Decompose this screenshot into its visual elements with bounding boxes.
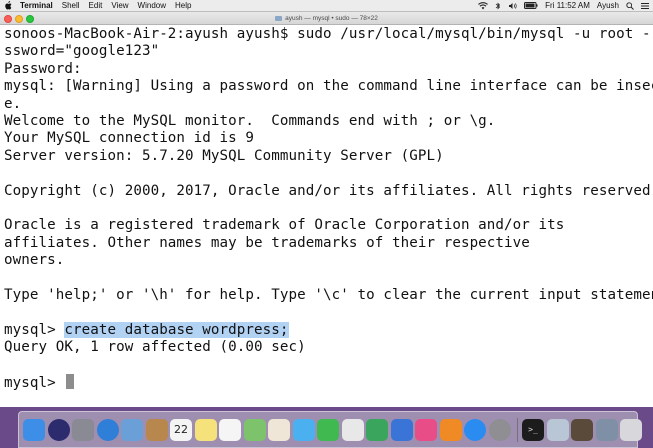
window-titlebar[interactable]: ayush — mysql • sudo — 78×22 — [0, 12, 653, 25]
menu-bar: Terminal Shell Edit View Window Help Fri… — [0, 0, 653, 12]
maps-icon[interactable] — [243, 418, 266, 441]
menu-app-terminal[interactable]: Terminal — [20, 1, 53, 10]
spotlight-icon[interactable] — [626, 1, 634, 10]
downloads-icon[interactable] — [595, 418, 618, 441]
minimize-button[interactable] — [15, 15, 23, 23]
terminal-line: Welcome to the MySQL monitor. Commands e… — [4, 112, 496, 129]
clock[interactable]: Fri 11:52 AM — [545, 1, 590, 10]
system-preferences-icon[interactable] — [488, 418, 511, 441]
calendar-icon[interactable]: 22 — [170, 418, 192, 441]
bluetooth-icon[interactable] — [495, 2, 501, 10]
trash-icon[interactable] — [620, 418, 642, 441]
menu-shell[interactable]: Shell — [62, 1, 80, 10]
notification-center-icon[interactable] — [641, 2, 649, 10]
reminders-icon[interactable] — [219, 418, 241, 441]
terminal-icon[interactable]: >_ — [522, 418, 544, 441]
messages-icon[interactable] — [292, 418, 315, 441]
terminal-line: ssword="google123" — [4, 43, 160, 60]
contacts-icon[interactable] — [145, 418, 168, 441]
terminal-command-line: mysql> create database wordpress; — [4, 321, 653, 339]
mysql-prompt: mysql> — [4, 321, 65, 338]
dock-separator — [517, 417, 518, 442]
terminal-output[interactable]: sonoos-MacBook-Air-2:ayush ayush$ sudo /… — [4, 26, 653, 391]
terminal-line: Your MySQL connection id is 9 — [4, 130, 255, 147]
text-cursor — [66, 373, 75, 389]
numbers-icon[interactable] — [366, 418, 388, 441]
terminal-line: Server version: 5.7.20 MySQL Community S… — [4, 147, 444, 164]
zoom-button[interactable] — [26, 15, 34, 23]
selected-command[interactable]: create database wordpress; — [64, 321, 289, 338]
facetime-icon[interactable] — [317, 418, 339, 441]
dock: 22 >_ — [18, 411, 642, 448]
keynote-icon[interactable] — [390, 418, 413, 441]
terminal-line: e. — [4, 95, 22, 112]
itunes-icon[interactable] — [415, 418, 437, 441]
menu-edit[interactable]: Edit — [89, 1, 103, 10]
finder-icon[interactable] — [23, 418, 45, 441]
safari-icon[interactable] — [96, 418, 119, 441]
window-title: ayush — mysql • sudo — 78×22 — [275, 15, 378, 22]
battery-icon[interactable] — [524, 2, 538, 9]
window-title-text: ayush — mysql • sudo — 78×22 — [285, 14, 378, 22]
preview-icon[interactable] — [571, 418, 593, 441]
menu-help[interactable]: Help — [175, 1, 191, 10]
user-name[interactable]: Ayush — [597, 1, 619, 10]
app-store-icon[interactable] — [464, 418, 486, 441]
terminal-line: mysql: [Warning] Using a password on the… — [4, 78, 653, 95]
siri-icon[interactable] — [47, 418, 70, 441]
terminal-line: Copyright (c) 2000, 2017, Oracle and/or … — [4, 182, 653, 199]
terminal-line: Password: — [4, 60, 82, 77]
volume-icon[interactable] — [508, 2, 517, 10]
photos-icon[interactable] — [268, 418, 290, 441]
mail-icon[interactable] — [121, 418, 143, 441]
wifi-icon[interactable] — [478, 1, 489, 10]
apple-menu-icon[interactable] — [4, 1, 14, 10]
terminal-line: Oracle is a registered trademark of Orac… — [4, 217, 565, 234]
menu-view[interactable]: View — [111, 1, 128, 10]
terminal-line: sonoos-MacBook-Air-2:ayush ayush$ sudo /… — [4, 26, 653, 42]
query-result: Query OK, 1 row affected (0.00 sec) — [4, 339, 306, 356]
terminal-line: affiliates. Other names may be trademark… — [4, 234, 530, 251]
ibooks-icon[interactable] — [439, 418, 462, 441]
folder-icon — [275, 15, 283, 21]
terminal-line: owners. — [4, 252, 65, 269]
launchpad-icon[interactable] — [72, 418, 94, 441]
menu-window[interactable]: Window — [138, 1, 166, 10]
finder-window-icon[interactable] — [546, 418, 569, 441]
music-icon[interactable] — [341, 418, 364, 441]
terminal-line: Type 'help;' or '\h' for help. Type '\c'… — [4, 286, 653, 303]
terminal-window: ayush — mysql • sudo — 78×22 sonoos-MacB… — [0, 12, 653, 407]
close-button[interactable] — [4, 15, 12, 23]
calendar-day: 22 — [174, 423, 188, 436]
mysql-prompt: mysql> — [4, 374, 65, 391]
terminal-input-line[interactable]: mysql> — [4, 373, 653, 391]
notes-icon[interactable] — [194, 418, 217, 441]
